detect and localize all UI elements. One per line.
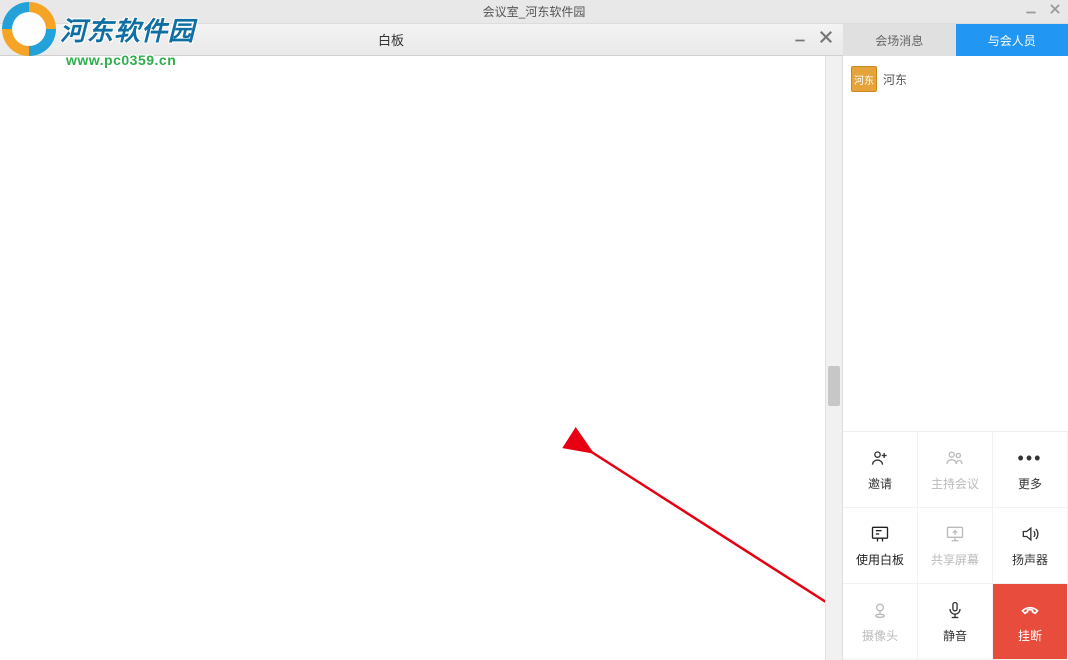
annotation-arrow — [0, 56, 843, 660]
tab-messages[interactable]: 会场消息 — [843, 24, 956, 56]
mute-button[interactable]: 静音 — [918, 584, 993, 660]
share-screen-icon — [944, 523, 966, 545]
list-item[interactable]: 河东 河东 — [851, 66, 1060, 92]
camera-button[interactable]: 摄像头 — [843, 584, 918, 660]
whiteboard-close-icon[interactable] — [817, 28, 835, 51]
action-label: 扬声器 — [1012, 551, 1048, 568]
action-label: 共享屏幕 — [931, 551, 979, 568]
whiteboard-button[interactable]: 使用白板 — [843, 508, 918, 584]
whiteboard-minimize-icon[interactable] — [793, 30, 807, 49]
phone-hangup-icon — [1019, 599, 1041, 621]
whiteboard-titlebar: 白板 — [0, 24, 843, 56]
camera-icon — [869, 599, 891, 621]
whiteboard-canvas[interactable] — [0, 56, 843, 660]
invite-button[interactable]: 邀请 — [843, 432, 918, 508]
speaker-icon — [1019, 523, 1041, 545]
action-label: 邀请 — [868, 475, 892, 492]
participant-name: 河东 — [883, 71, 907, 88]
tab-participants[interactable]: 与会人员 — [956, 24, 1068, 56]
action-label: 使用白板 — [856, 551, 904, 568]
action-label: 静音 — [943, 627, 967, 644]
more-icon: ••• — [1019, 447, 1041, 469]
more-button[interactable]: ••• 更多 — [993, 432, 1068, 508]
action-grid: 邀请 主持会议 ••• 更多 使用白板 — [843, 431, 1068, 660]
action-label: 挂断 — [1018, 627, 1042, 644]
host-button[interactable]: 主持会议 — [918, 432, 993, 508]
participants-list: 河东 河东 — [843, 56, 1068, 431]
avatar: 河东 — [851, 66, 877, 92]
side-tabs: 会场消息 与会人员 — [843, 24, 1068, 56]
scrollbar-thumb[interactable] — [828, 366, 840, 406]
whiteboard-icon — [869, 523, 891, 545]
main-window-title: 会议室_河东软件园 — [483, 3, 586, 20]
action-label: 更多 — [1018, 475, 1042, 492]
person-plus-icon — [869, 447, 891, 469]
microphone-icon — [944, 599, 966, 621]
whiteboard-title: 白板 — [0, 30, 404, 49]
main-window-titlebar: 会议室_河东软件园 — [0, 0, 1068, 24]
whiteboard-scrollbar[interactable] — [825, 56, 842, 660]
main-close-icon[interactable] — [1048, 2, 1062, 21]
main-minimize-icon[interactable] — [1024, 2, 1038, 21]
action-label: 主持会议 — [931, 475, 979, 492]
share-screen-button[interactable]: 共享屏幕 — [918, 508, 993, 584]
speaker-button[interactable]: 扬声器 — [993, 508, 1068, 584]
hangup-button[interactable]: 挂断 — [993, 584, 1068, 660]
people-icon — [944, 447, 966, 469]
action-label: 摄像头 — [862, 627, 898, 644]
